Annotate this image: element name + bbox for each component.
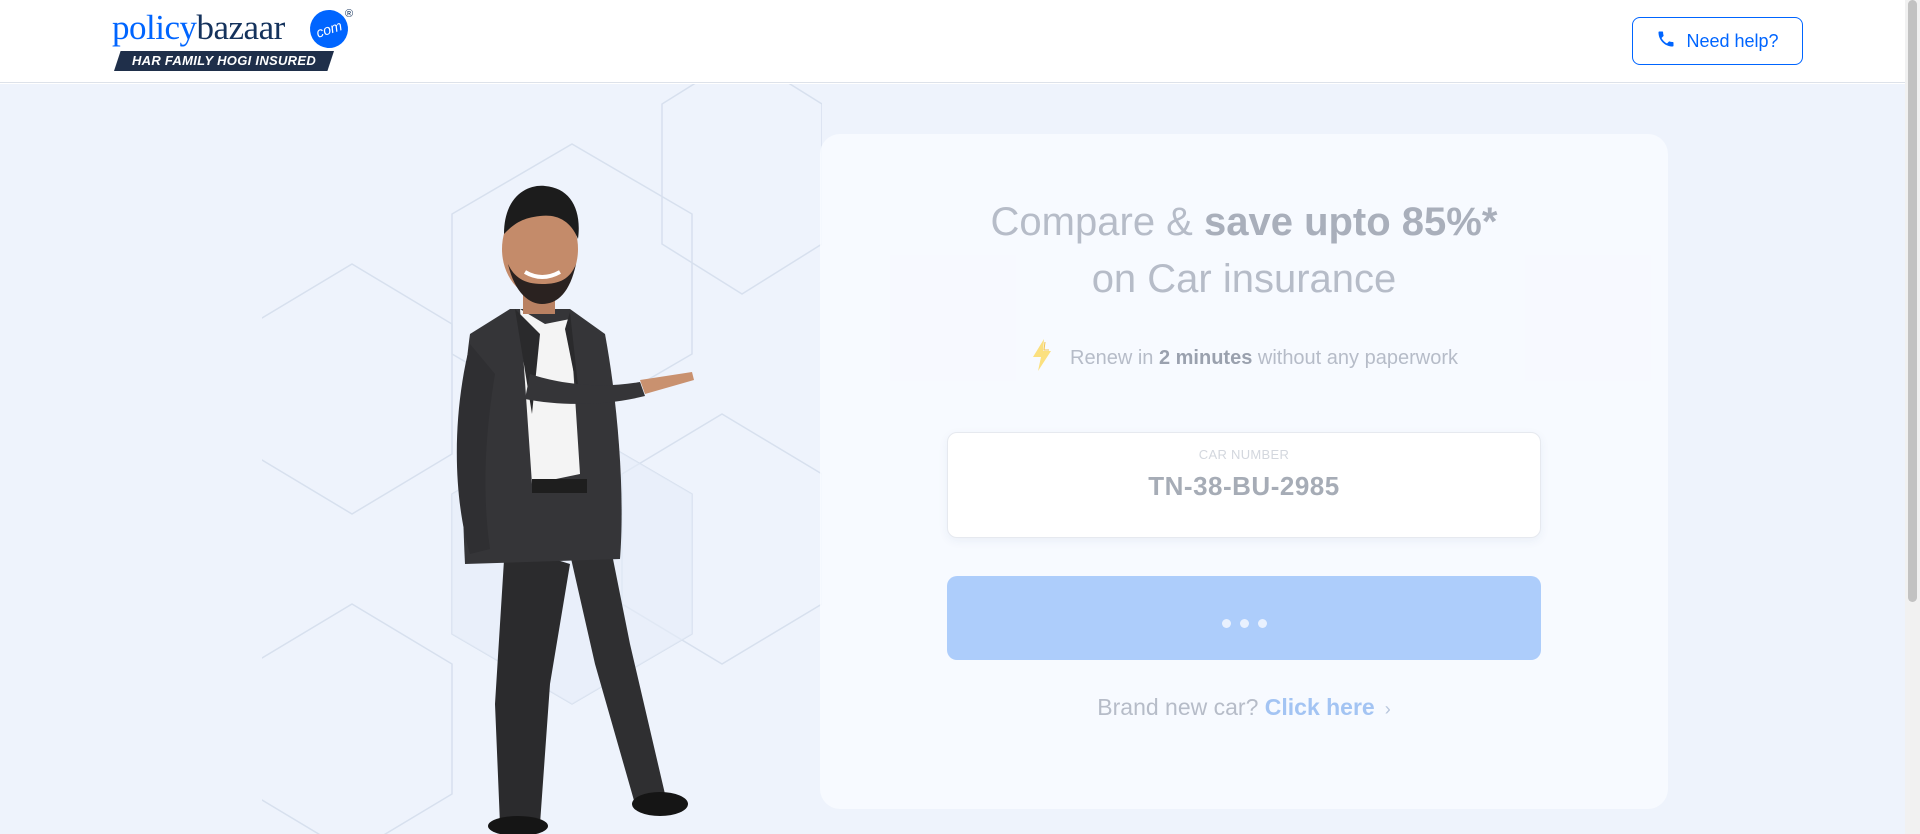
view-prices-button-loading[interactable] [947,576,1541,660]
renew-tagline: Renew in 2 minutes without any paperwork [820,338,1668,378]
logo-registered-mark: ® [345,8,354,20]
lightning-bolt-icon [1030,338,1054,378]
logo-word-policy: policy [112,8,197,47]
hero-section: Compare & save upto 85%* on Car insuranc… [0,84,1905,834]
click-here-link[interactable]: Click here [1265,694,1375,720]
loading-dot-icon [1257,618,1267,628]
renew-text-prefix: Renew in [1070,346,1159,369]
brand-new-car-prompt: Brand new car? Click here › [820,694,1668,721]
need-help-button[interactable]: Need help? [1632,17,1803,65]
car-number-input[interactable]: CAR NUMBER TN-38-BU-2985 [947,432,1541,538]
policybazaar-logo[interactable]: policybazaar com ® HAR FAMILY HOGI INSUR… [112,5,354,72]
need-help-label: Need help? [1686,30,1779,51]
car-number-value: TN-38-BU-2985 [1148,471,1340,501]
scrollbar-thumb[interactable] [1908,0,1917,602]
page-scrollbar[interactable] [1905,0,1920,834]
page-headline: Compare & save upto 85%* on Car insuranc… [820,194,1668,308]
brand-new-car-text: Brand new car? [1097,694,1265,720]
brand-ambassador-image [456,185,694,834]
logo-tagline: HAR FAMILY HOGI INSURED [114,51,334,71]
site-header: policybazaar com ® HAR FAMILY HOGI INSUR… [0,0,1905,83]
renew-text-highlight: 2 minutes [1158,346,1253,369]
chevron-right-icon: › [1384,699,1391,719]
logo-wordmark: policybazaar [112,8,285,48]
headline-prefix: Compare & [990,200,1204,244]
logo-word-bazaar: bazaar [196,8,285,47]
renew-text-suffix: without any paperwork [1252,346,1458,369]
phone-icon [1656,29,1676,54]
loading-dot-icon [1239,618,1249,628]
headline-highlight: save upto 85%* [1203,200,1498,244]
renew-text: Renew in 2 minutes without any paperwork [1070,347,1458,370]
loading-dot-icon [1221,618,1231,628]
car-number-label: CAR NUMBER [1198,447,1290,462]
headline-line2: on Car insurance [1091,257,1397,301]
quote-form-card: Compare & save upto 85%* on Car insuranc… [820,134,1668,809]
